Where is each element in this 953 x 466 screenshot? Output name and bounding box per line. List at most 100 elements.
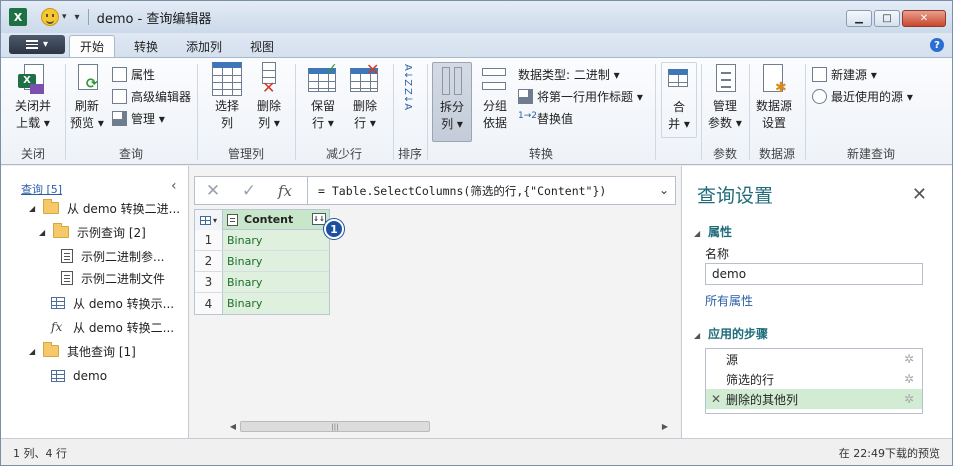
quick-access-dropdown-icon[interactable]: ▾ <box>62 12 67 22</box>
group-manage-columns: 选择 列 ✕ 删除 列 ▾ 管理列 <box>198 58 294 164</box>
tree-item-folder[interactable]: ◢ 其他查询 [1] <box>29 340 136 362</box>
collapse-pane-icon[interactable]: ‹ <box>171 178 177 194</box>
close-and-load-button[interactable]: X 关闭并 上载 ▾ <box>15 62 51 132</box>
title-bar: X ▾ ▾ demo - 查询编辑器 ▁ □ ✕ <box>1 1 952 33</box>
excel-icon[interactable]: X <box>9 8 27 26</box>
manage-parameters-button[interactable]: 管理 参数 ▾ <box>708 62 742 132</box>
queries-pane-title[interactable]: 查询 [5] <box>21 181 62 197</box>
new-source-button[interactable]: 新建源 ▾ <box>812 64 877 84</box>
chevron-down-icon[interactable]: ⌄ <box>659 183 669 197</box>
keep-rows-button[interactable]: ✓ 保留 行 ▾ <box>308 62 338 132</box>
tree-item-query[interactable]: 从 demo 转换示... <box>51 292 174 314</box>
query-name-input[interactable]: demo <box>705 263 923 285</box>
tree-item-query[interactable]: demo <box>51 365 107 387</box>
collapse-triangle-icon[interactable]: ◢ <box>694 331 704 340</box>
choose-columns-button[interactable]: 选择 列 <box>212 62 242 132</box>
tree-item-folder[interactable]: ◢ 示例查询 [2] <box>39 221 146 243</box>
group-close: X 关闭并 上载 ▾ 关闭 <box>1 58 65 164</box>
preview-download-time: 在 22:49下载的预览 <box>838 447 940 460</box>
binary-type-icon[interactable] <box>227 213 238 226</box>
expand-triangle-icon[interactable]: ◢ <box>39 228 49 237</box>
group-new-query: 新建源 ▾ 最近使用的源 ▾ 新建查询 <box>806 58 936 164</box>
cancel-formula-icon[interactable]: ✕ <box>195 181 231 201</box>
refresh-preview-button[interactable]: ⟳ 刷新 预览 ▾ <box>70 62 104 132</box>
tab-view[interactable]: 视图 <box>239 35 285 57</box>
manage-button[interactable]: 管理 ▾ <box>112 108 165 128</box>
expand-triangle-icon[interactable]: ◢ <box>29 347 39 356</box>
data-type-dropdown[interactable]: 数据类型: 二进制 ▾ <box>518 64 620 84</box>
group-by-button[interactable]: 分组 依据 <box>480 62 510 132</box>
remove-rows-button[interactable]: ✕ 删除 行 ▾ <box>350 62 380 132</box>
horizontal-scrollbar[interactable]: ◀ ||| ▶ <box>226 419 672 434</box>
properties-section-header[interactable]: ◢ 属性 <box>694 223 732 240</box>
minimize-button[interactable]: ▁ <box>846 10 872 27</box>
group-parameters: 管理 参数 ▾ 参数 <box>702 58 748 164</box>
applied-steps-header[interactable]: ◢ 应用的步骤 <box>694 325 768 342</box>
group-label-sort: 排序 <box>397 147 422 161</box>
folder-icon <box>43 342 59 357</box>
binary-cell[interactable]: Binary <box>223 293 329 314</box>
applied-step[interactable]: 筛选的行 ✲ <box>706 369 922 389</box>
manage-icon <box>112 110 127 126</box>
document-icon <box>61 271 73 285</box>
scroll-right-icon[interactable]: ▶ <box>658 422 672 431</box>
scroll-left-icon[interactable]: ◀ <box>226 422 240 431</box>
tree-item-query[interactable]: 示例二进制文件 <box>61 267 165 289</box>
applied-step-selected[interactable]: ✕ 删除的其他列 ✲ <box>706 389 922 409</box>
sort-descending-button[interactable]: Z↓A <box>402 88 413 112</box>
table-menu-button[interactable]: ▾ <box>195 210 223 230</box>
tab-transform[interactable]: 转换 <box>123 35 169 57</box>
applied-step[interactable]: 源 ✲ <box>706 349 922 369</box>
remove-columns-button[interactable]: ✕ 删除 列 ▾ <box>254 62 284 132</box>
expand-triangle-icon[interactable]: ◢ <box>29 204 39 213</box>
tree-item-query[interactable]: fx 从 demo 转换二... <box>51 316 174 338</box>
collapse-triangle-icon[interactable]: ◢ <box>694 229 704 238</box>
combine-button[interactable]: 合 并 ▾ <box>661 62 697 138</box>
formula-bar: ✕ ✓ fx = Table.SelectColumns(筛选的行,{"Cont… <box>194 176 676 205</box>
column-header-content[interactable]: Content ↓↓ <box>223 210 329 229</box>
split-column-button[interactable]: 拆分 列 ▾ <box>432 62 472 142</box>
tree-item-query[interactable]: 示例二进制参... <box>61 245 164 267</box>
table-row: 3 Binary <box>195 272 329 293</box>
binary-cell[interactable]: Binary <box>223 251 329 271</box>
file-menu-button[interactable]: ▾ <box>9 35 65 54</box>
smiley-feedback-icon[interactable] <box>41 8 59 26</box>
customize-toolbar-icon[interactable]: ▾ <box>75 12 80 23</box>
formula-separator <box>307 176 308 205</box>
close-load-icon: X <box>18 62 48 96</box>
fx-icon[interactable]: fx <box>267 182 303 200</box>
sort-ascending-button[interactable]: A↓Z <box>402 64 413 88</box>
advanced-editor-button[interactable]: 高级编辑器 <box>112 86 191 106</box>
close-window-button[interactable]: ✕ <box>902 10 946 27</box>
row-column-count: 1 列、4 行 <box>13 447 67 460</box>
data-source-settings-button[interactable]: ✱ 数据源 设置 <box>756 62 792 132</box>
expand-binary-icon[interactable]: ↓↓ <box>312 213 326 225</box>
close-pane-icon[interactable]: ✕ <box>912 184 927 205</box>
group-combine: 合 并 ▾ <box>656 58 700 164</box>
parameters-icon <box>710 62 740 96</box>
tree-item-folder[interactable]: ◢ 从 demo 转换二进... <box>29 197 180 219</box>
binary-cell[interactable]: Binary <box>223 272 329 292</box>
binary-cell[interactable]: Binary <box>223 230 329 250</box>
maximize-button[interactable]: □ <box>874 10 900 27</box>
use-first-row-header-button[interactable]: 将第一行用作标题 ▾ <box>518 86 643 106</box>
gear-icon[interactable]: ✲ <box>904 352 914 366</box>
confirm-formula-icon[interactable]: ✓ <box>231 181 267 201</box>
tab-add-column[interactable]: 添加列 <box>177 35 231 57</box>
scroll-thumb[interactable]: ||| <box>240 421 430 432</box>
help-icon[interactable]: ? <box>930 38 944 52</box>
row-number: 2 <box>195 251 223 271</box>
properties-button[interactable]: 属性 <box>112 64 155 84</box>
all-properties-link[interactable]: 所有属性 <box>705 292 753 309</box>
table-icon <box>51 370 65 382</box>
callout-badge: 1 <box>324 219 344 239</box>
gear-icon[interactable]: ✲ <box>904 392 914 406</box>
tab-home[interactable]: 开始 <box>69 35 115 57</box>
refresh-icon: ⟳ <box>72 62 102 96</box>
replace-values-button[interactable]: 1→2 替换值 <box>518 108 573 128</box>
recent-sources-button[interactable]: 最近使用的源 ▾ <box>812 86 913 106</box>
formula-input[interactable]: = Table.SelectColumns(筛选的行,{"Content"}) <box>318 183 606 199</box>
delete-step-icon[interactable]: ✕ <box>711 392 721 406</box>
scroll-track[interactable]: ||| <box>240 421 658 432</box>
gear-icon[interactable]: ✲ <box>904 372 914 386</box>
